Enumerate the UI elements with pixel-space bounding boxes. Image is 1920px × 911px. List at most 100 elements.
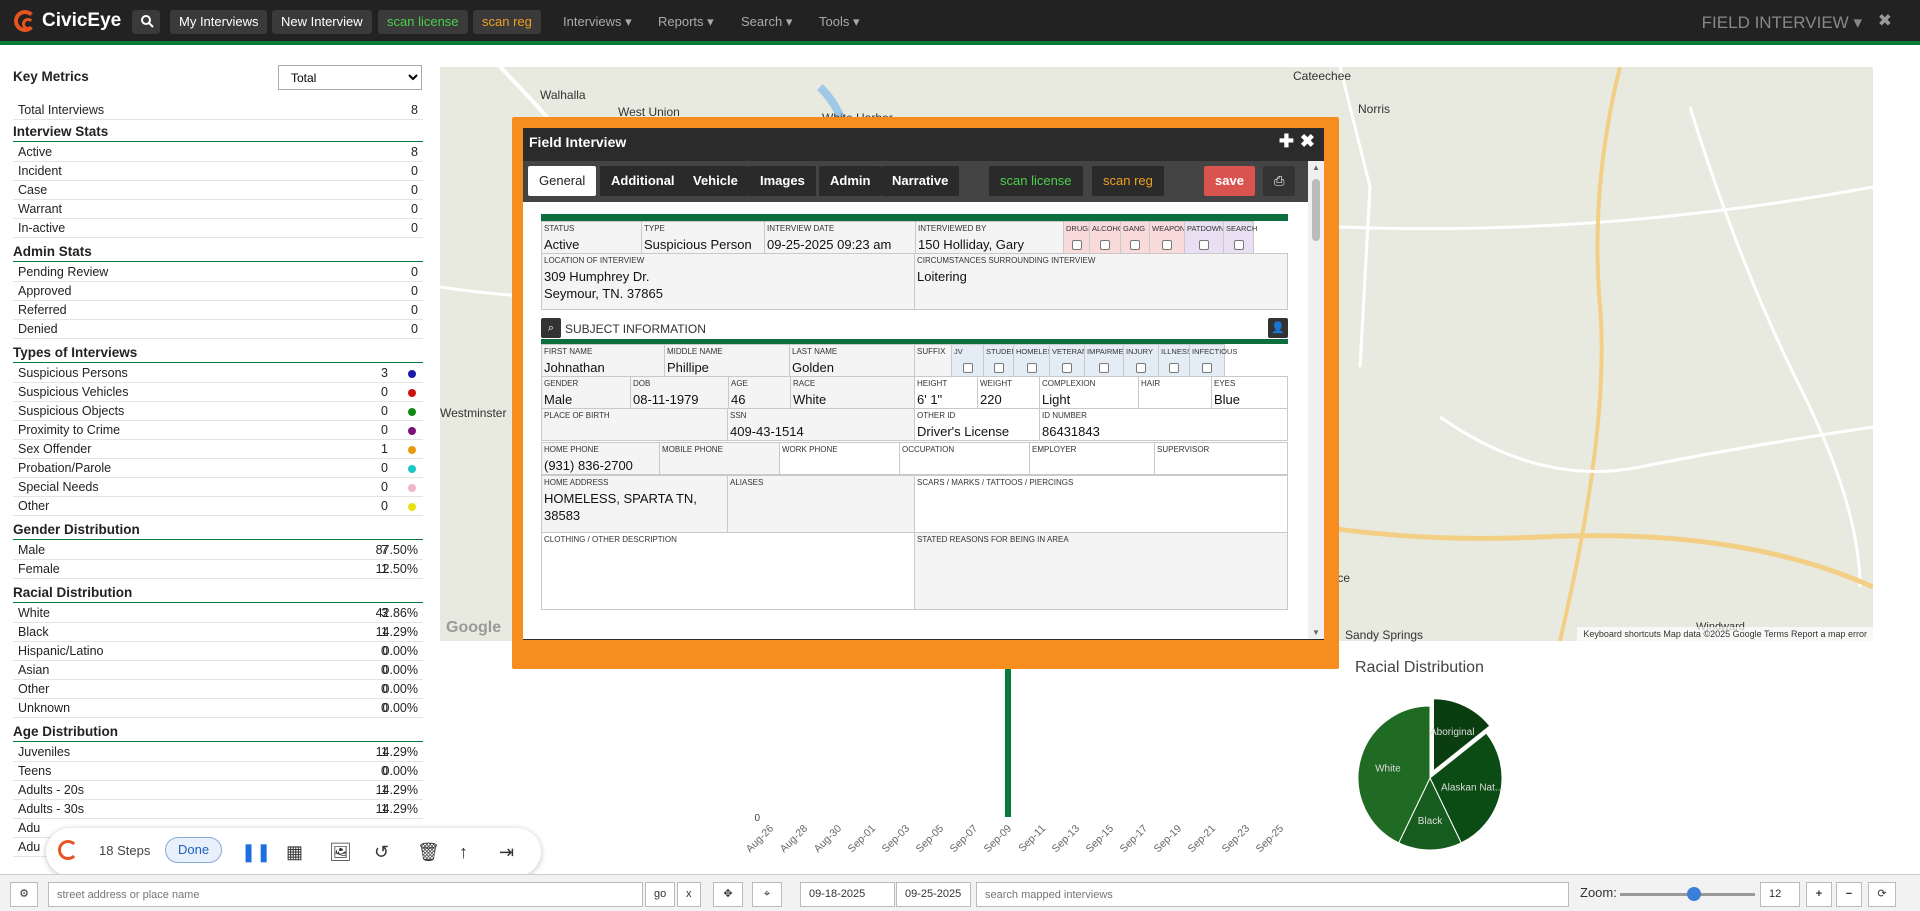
home-phone-field[interactable]: HOME PHONE (931) 836-2700 <box>541 442 660 475</box>
new-interview-button[interactable]: New Interview <box>272 10 372 34</box>
status-field[interactable]: STATUS Active <box>541 221 642 254</box>
tab-general[interactable]: General <box>528 166 597 196</box>
trash-icon[interactable]: 🗑 <box>417 842 440 863</box>
menu-tools[interactable]: Tools ▾ <box>819 14 860 30</box>
date-to-input[interactable]: 09-25-2025 <box>896 882 971 907</box>
last-name-field[interactable]: LAST NAME Golden <box>789 344 915 377</box>
checkbox[interactable] <box>1233 240 1244 250</box>
locate-icon[interactable]: ✥ <box>713 882 743 907</box>
race-field[interactable]: RACE White <box>790 376 915 409</box>
clothing-description-field[interactable]: CLOTHING / OTHER DESCRIPTION <box>541 532 915 610</box>
checkbox[interactable] <box>1099 363 1109 373</box>
menu-interviews[interactable]: Interviews ▾ <box>563 14 632 30</box>
plus-icon[interactable]: ✚ <box>1279 131 1294 152</box>
scan-license-button[interactable]: scan license <box>378 10 468 34</box>
dialog-scrollbar[interactable]: ▲ ▼ <box>1308 161 1324 639</box>
height-field[interactable]: HEIGHT 6' 1" <box>914 376 978 409</box>
gear-icon[interactable]: ⚙ <box>10 882 38 907</box>
app-logo[interactable]: CivicEye <box>14 10 121 32</box>
zoom-in-button[interactable]: + <box>1806 882 1832 907</box>
scroll-down-icon[interactable]: ▼ <box>1312 628 1320 637</box>
menu-reports[interactable]: Reports ▾ <box>658 14 714 30</box>
location-field[interactable]: LOCATION OF INTERVIEW 309 Humphrey Dr. Sey… <box>541 253 915 310</box>
address-input[interactable] <box>48 882 643 907</box>
metrics-period-select[interactable]: Total <box>278 65 422 90</box>
menu-search[interactable]: Search ▾ <box>741 14 792 30</box>
pin-icon[interactable]: ⌖ <box>752 882 782 907</box>
complexion-field[interactable]: COMPLEXION Light <box>1039 376 1139 409</box>
my-interviews-button[interactable]: My Interviews <box>170 10 268 34</box>
checkbox[interactable] <box>1136 363 1146 373</box>
scroll-up-icon[interactable]: ▲ <box>1312 163 1320 172</box>
date-from-input[interactable]: 09-18-2025 <box>800 882 895 907</box>
ssn-field[interactable]: SSN 409-43-1514 <box>727 408 915 441</box>
tab-images[interactable]: Images <box>749 166 816 196</box>
hair-field[interactable]: HAIR <box>1138 376 1212 409</box>
tab-vehicle[interactable]: Vehicle <box>682 166 749 196</box>
search-mapped-input[interactable] <box>976 882 1569 907</box>
checkbox[interactable] <box>962 363 973 373</box>
search-icon[interactable]: ⌕ <box>541 318 561 338</box>
refresh-icon[interactable]: ⟳ <box>1868 882 1896 907</box>
scars-marks-field[interactable]: SCARS / MARKS / TATTOOS / PIERCINGS <box>914 475 1288 533</box>
clear-button[interactable]: x <box>677 882 701 907</box>
checkbox[interactable] <box>1026 363 1037 373</box>
checkbox[interactable] <box>1162 240 1172 250</box>
checkbox[interactable] <box>1199 240 1209 250</box>
zoom-out-button[interactable]: − <box>1836 882 1862 907</box>
scan-license-button[interactable]: scan license <box>989 166 1083 196</box>
checkbox[interactable] <box>993 363 1004 373</box>
close-icon[interactable]: ✖ <box>1878 11 1892 31</box>
checkbox[interactable] <box>1062 363 1072 373</box>
go-button[interactable]: go <box>645 882 676 907</box>
eyes-field[interactable]: EYES Blue <box>1211 376 1288 409</box>
interviewed-by-field[interactable]: INTERVIEWED BY 150 Holliday, Gary <box>915 221 1064 254</box>
suffix-field[interactable]: SUFFIX <box>914 344 952 377</box>
search-button[interactable] <box>132 10 160 34</box>
supervisor-field[interactable]: SUPERVISOR <box>1154 442 1288 475</box>
tab-admin[interactable]: Admin <box>819 166 882 196</box>
first-name-field[interactable]: FIRST NAME Johnathan <box>541 344 665 377</box>
age-field[interactable]: AGE 46 <box>728 376 791 409</box>
home-address-field[interactable]: HOME ADDRESS HOMELESS, SPARTA TN, 38583 <box>541 475 728 533</box>
person-icon[interactable]: 👤 <box>1268 318 1288 338</box>
done-button[interactable]: Done <box>165 837 223 863</box>
place-of-birth-field[interactable]: PLACE OF BIRTH <box>541 408 728 441</box>
blur-icon[interactable]: ▦ <box>286 842 303 863</box>
work-phone-field[interactable]: WORK PHONE <box>779 442 900 475</box>
save-button[interactable]: save <box>1204 166 1255 196</box>
stated-reasons-field[interactable]: STATED REASONS FOR BEING IN AREA <box>914 532 1288 610</box>
skip-end-icon[interactable]: ⇥ <box>499 842 514 863</box>
tab-narrative[interactable]: Narrative <box>881 166 960 196</box>
occupation-field[interactable]: OCCUPATION <box>899 442 1030 475</box>
chevron-down-icon[interactable]: ▾ <box>1853 13 1862 32</box>
type-field[interactable]: TYPE Suspicious Person <box>641 221 765 254</box>
scrollbar-thumb[interactable] <box>1312 179 1320 241</box>
scan-reg-button[interactable]: scan reg <box>1092 166 1164 196</box>
gender-field[interactable]: GENDER Male <box>541 376 631 409</box>
pause-icon[interactable]: ❚❚ <box>241 842 271 863</box>
mobile-phone-field[interactable]: MOBILE PHONE <box>659 442 780 475</box>
map-attribution[interactable]: Keyboard shortcuts Map data ©2025 Google… <box>1577 627 1873 641</box>
scan-reg-button[interactable]: scan reg <box>473 10 541 34</box>
checkbox[interactable] <box>1100 240 1110 250</box>
dob-field[interactable]: DOB 08-11-1979 <box>630 376 729 409</box>
zoom-slider-thumb[interactable] <box>1687 887 1702 901</box>
checkbox[interactable] <box>1071 240 1082 250</box>
weight-field[interactable]: WEIGHT 220 <box>977 376 1040 409</box>
tab-additional[interactable]: Additional <box>600 166 686 196</box>
zoom-level-input[interactable]: 12 <box>1760 882 1800 907</box>
aliases-field[interactable]: ALIASES <box>727 475 915 533</box>
close-icon[interactable]: ✖ <box>1300 131 1315 152</box>
checkbox[interactable] <box>1130 240 1140 250</box>
print-icon[interactable]: ⎙ <box>1263 166 1296 196</box>
other-id-field[interactable]: OTHER ID Driver's License <box>914 408 1040 441</box>
interview-date-field[interactable]: INTERVIEW DATE 09-25-2025 09:23 am <box>764 221 916 254</box>
circumstances-field[interactable]: CIRCUMSTANCES SURROUNDING INTERVIEW Loite… <box>914 253 1288 310</box>
id-number-field[interactable]: ID NUMBER 86431843 <box>1039 408 1288 441</box>
arrow-up-icon[interactable]: ↑ <box>459 842 468 863</box>
undo-icon[interactable]: ↺ <box>374 842 389 863</box>
zoom-slider[interactable] <box>1620 887 1755 901</box>
checkbox[interactable] <box>1202 363 1212 373</box>
employer-field[interactable]: EMPLOYER <box>1029 442 1155 475</box>
